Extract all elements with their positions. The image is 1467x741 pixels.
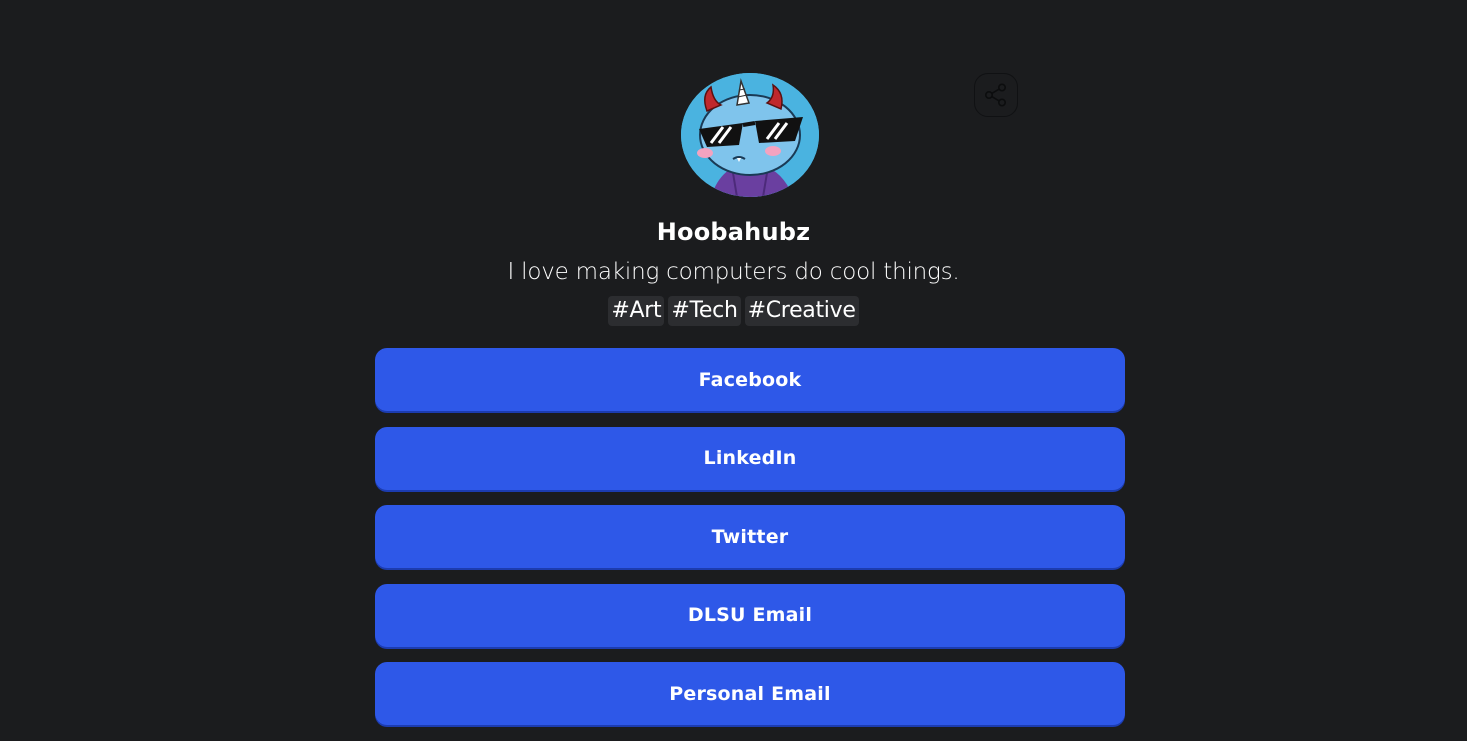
avatar-image: [681, 73, 819, 197]
profile-name: Hoobahubz: [656, 218, 811, 246]
facebook-link-button[interactable]: Facebook: [375, 348, 1125, 411]
share-icon: [984, 83, 1006, 107]
dlsu-email-link-button[interactable]: DLSU Email: [375, 583, 1125, 647]
avatar: [681, 73, 819, 197]
tag-list: #Art #Tech #Creative: [0, 296, 1467, 326]
profile-bio: I love making computers do cool things.: [507, 259, 960, 285]
tag-creative[interactable]: #Creative: [744, 296, 859, 326]
share-button[interactable]: [974, 73, 1018, 117]
link-list: Facebook LinkedIn Twitter DLSU Email Per…: [375, 348, 1125, 741]
twitter-link-button[interactable]: Twitter: [375, 505, 1125, 568]
tag-tech[interactable]: #Tech: [668, 296, 741, 326]
tag-art[interactable]: #Art: [608, 296, 665, 326]
profile-page: Hoobahubz I love making computers do coo…: [0, 0, 1467, 741]
linkedin-link-button[interactable]: LinkedIn: [375, 426, 1125, 490]
personal-email-link-button[interactable]: Personal Email: [375, 662, 1125, 725]
